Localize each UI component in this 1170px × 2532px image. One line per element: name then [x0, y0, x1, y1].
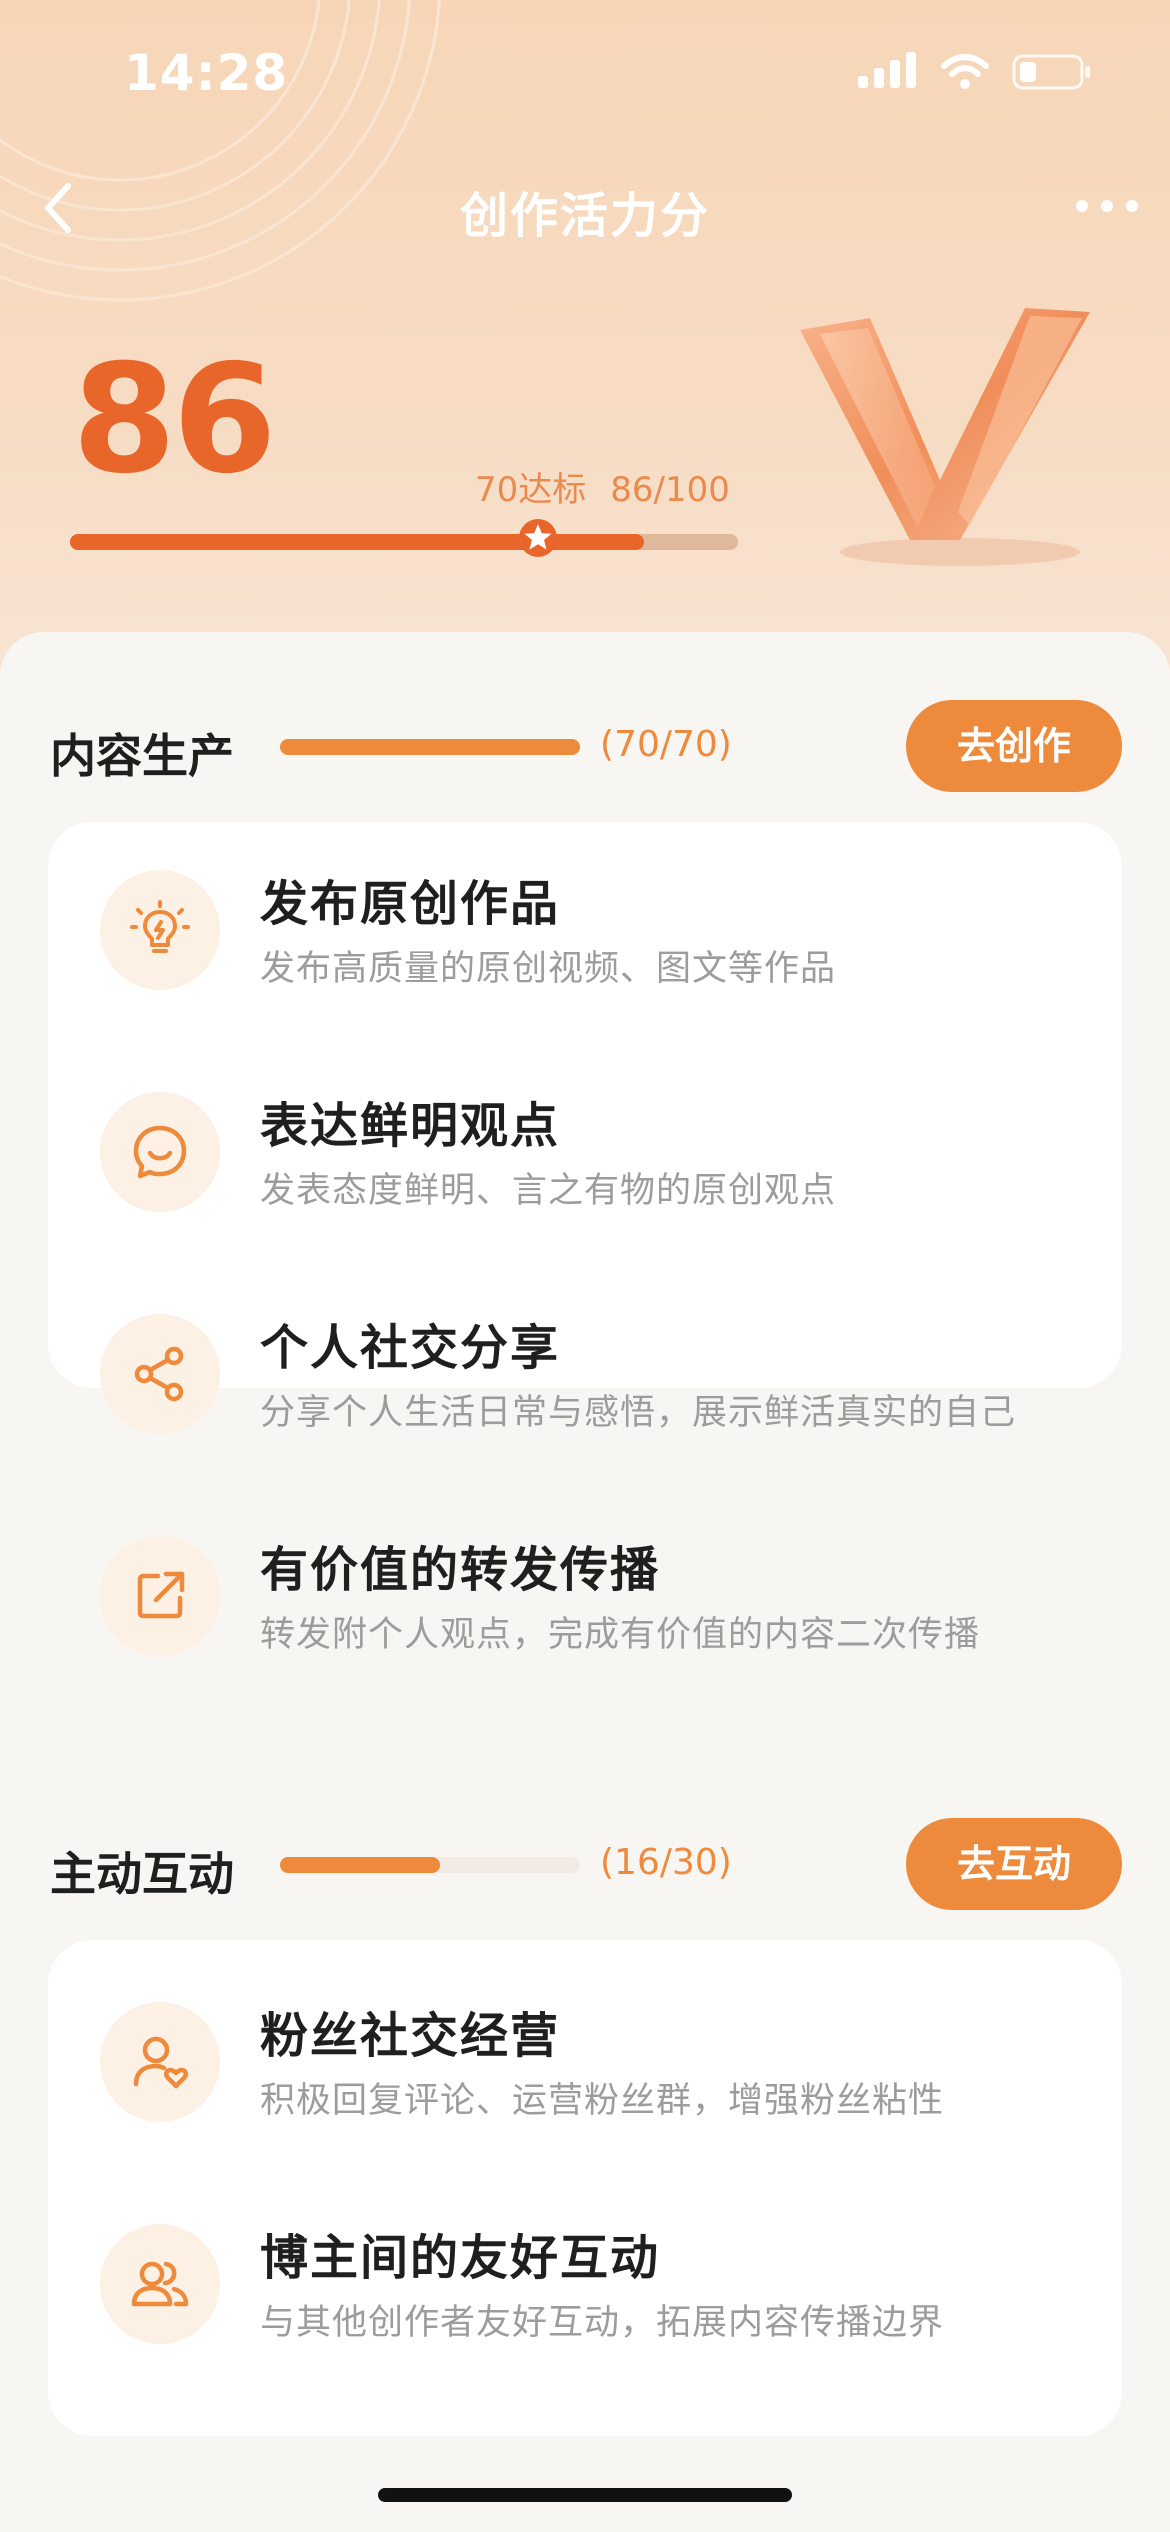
list-item[interactable]: 粉丝社交经营 积极回复评论、运营粉丝群，增强粉丝粘性	[48, 1954, 1122, 2176]
status-bar: 14:28	[0, 0, 1170, 150]
item-title: 有价值的转发传播	[260, 1542, 661, 1598]
list-item[interactable]: 个人社交分享 分享个人生活日常与感悟，展示鲜活真实的自己	[48, 1266, 1122, 1488]
list-item[interactable]: 有价值的转发传播 转发附个人观点，完成有价值的内容二次传播	[48, 1488, 1122, 1710]
item-title: 发布原创作品	[260, 876, 561, 932]
home-indicator[interactable]	[378, 2488, 792, 2502]
share-icon	[100, 1314, 220, 1434]
item-description: 发表态度鲜明、言之有物的原创观点	[260, 1171, 837, 1211]
item-title: 博主间的友好互动	[260, 2230, 661, 2286]
item-title: 表达鲜明观点	[260, 1098, 561, 1154]
hero-header: 14:28 创作活力分 86 70达标 86/100	[0, 0, 1170, 720]
lightbulb-icon	[100, 870, 220, 990]
content-production-card: 发布原创作品 发布高质量的原创视频、图文等作品 表达鲜明观点 发表态度鲜明、言之…	[48, 822, 1122, 1656]
status-time: 14:28	[124, 44, 289, 102]
wifi-icon	[941, 54, 989, 89]
page-title: 创作活力分	[459, 188, 710, 244]
go-create-button[interactable]: 去创作	[906, 700, 1122, 792]
navigation-bar: 创作活力分	[0, 160, 1170, 250]
active-interaction-card: 粉丝社交经营 积极回复评论、运营粉丝群，增强粉丝粘性 博主间的友好互动 与其他创…	[48, 1940, 1122, 2436]
more-options-icon[interactable]	[1072, 186, 1142, 226]
list-item[interactable]: 发布原创作品 发布高质量的原创视频、图文等作品	[48, 822, 1122, 1044]
section-count: (16/30)	[600, 1842, 732, 1883]
list-item[interactable]: 博主间的友好互动 与其他创作者友好互动，拓展内容传播边界	[48, 2176, 1122, 2398]
status-icons	[858, 52, 1092, 92]
go-interact-button[interactable]: 去互动	[906, 1818, 1122, 1910]
users-icon	[100, 2224, 220, 2344]
battery-icon	[1012, 54, 1090, 90]
item-description: 分享个人生活日常与感悟，展示鲜活真实的自己	[260, 1393, 1017, 1433]
cellular-signal-icon	[858, 52, 916, 88]
section-progress-fill	[280, 1857, 440, 1873]
item-description: 转发附个人观点，完成有价值的内容二次传播	[260, 1615, 981, 1655]
score-value: 86	[72, 333, 277, 507]
target-label: 70达标	[475, 470, 587, 510]
v-badge-icon	[800, 308, 1090, 566]
score-progress-fill	[70, 534, 645, 550]
forward-icon	[100, 1536, 220, 1656]
section-title: 主动互动	[50, 1847, 234, 1901]
score-progress-bar	[70, 534, 738, 550]
item-description: 与其他创作者友好互动，拓展内容传播边界	[260, 2303, 945, 2343]
section-progress-bar	[280, 1857, 580, 1873]
progress-text: 86/100	[610, 470, 730, 510]
content-sheet: 内容生产 (70/70) 去创作 发布原创作品 发布高质量的原创视频、图文等作品	[0, 632, 1170, 2532]
item-title: 粉丝社交经营	[260, 2008, 561, 2064]
section-count: (70/70)	[600, 724, 732, 765]
section-header-content-production: 内容生产 (70/70) 去创作	[0, 696, 1170, 796]
item-description: 发布高质量的原创视频、图文等作品	[260, 949, 837, 989]
section-header-active-interaction: 主动互动 (16/30) 去互动	[0, 1814, 1170, 1914]
section-title: 内容生产	[50, 729, 234, 783]
chat-smile-icon	[100, 1092, 220, 1212]
item-title: 个人社交分享	[260, 1320, 561, 1376]
section-progress-fill	[280, 739, 580, 755]
item-description: 积极回复评论、运营粉丝群，增强粉丝粘性	[260, 2081, 945, 2121]
list-item[interactable]: 表达鲜明观点 发表态度鲜明、言之有物的原创观点	[48, 1044, 1122, 1266]
target-star-icon	[518, 519, 557, 557]
section-progress-bar	[280, 739, 580, 755]
user-heart-icon	[100, 2002, 220, 2122]
score-meta: 70达标 86/100	[475, 462, 754, 511]
